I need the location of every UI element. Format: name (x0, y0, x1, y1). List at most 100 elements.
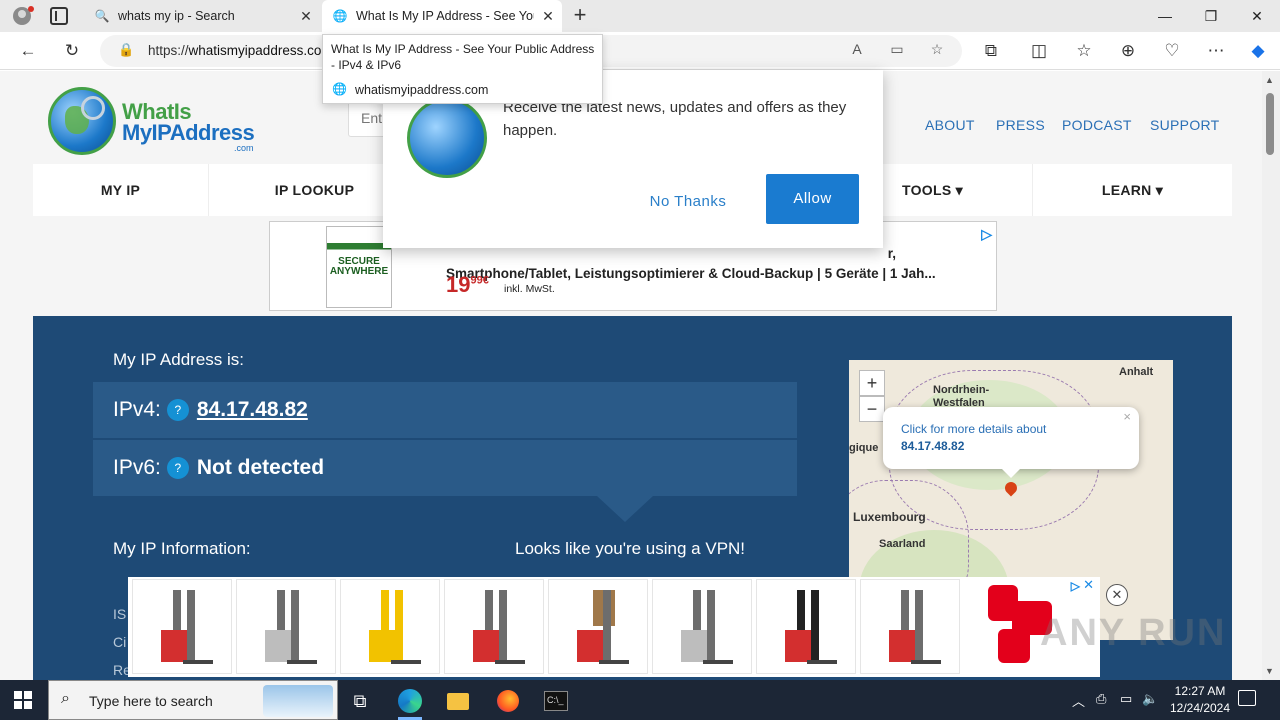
panel-pointer (597, 496, 653, 522)
ad-description: r, Smartphone/Tablet, Leistungsoptimiere… (446, 246, 936, 281)
url-text: https://whatismyipaddress.co (148, 43, 322, 58)
search-highlight-image (263, 685, 333, 717)
page-scrollbar[interactable]: ▲ ▼ (1262, 71, 1280, 680)
globe-logo-icon (48, 87, 116, 155)
network-icon[interactable]: ▭ (1120, 691, 1132, 707)
map-popup[interactable]: × Click for more details about 84.17.48.… (883, 407, 1139, 478)
tab-title: whats my ip - Search (118, 9, 235, 23)
help-icon[interactable]: ? (166, 457, 189, 479)
windows-taskbar: ⌕ Type here to search ⧉ C:\_ ︿ ⎙ ▭ 🔈 12:… (0, 680, 1280, 720)
close-tab-icon[interactable]: ✕ (292, 8, 320, 25)
read-aloud-icon[interactable]: A (846, 41, 868, 57)
topnav-podcast[interactable]: PODCAST (1062, 117, 1132, 133)
ipv4-row: IPv4: ? 84.17.48.82 (93, 382, 797, 438)
globe-icon: 🌐 (332, 82, 347, 96)
split-screen-icon[interactable]: ◫ (1025, 38, 1053, 64)
nav-my-ip[interactable]: MY IP (33, 164, 209, 216)
lock-icon: 🔒 (118, 42, 135, 57)
no-thanks-button[interactable]: No Thanks (633, 182, 743, 222)
scroll-down-icon[interactable]: ▼ (1265, 666, 1274, 676)
browser-essentials-icon[interactable]: ♡ (1158, 38, 1186, 64)
new-tab-button[interactable]: + (568, 4, 592, 28)
taskbar-search[interactable]: ⌕ Type here to search (48, 680, 338, 720)
tab-search[interactable]: 🔍 whats my ip - Search ✕ (84, 0, 320, 32)
close-icon[interactable]: × (1123, 409, 1131, 424)
adchoices-icon[interactable]: ▷ (981, 226, 992, 243)
ad-product-card[interactable] (444, 579, 544, 674)
topnav-support[interactable]: SUPPORT (1150, 117, 1220, 133)
search-icon: 🔍 (94, 9, 110, 23)
topnav-about[interactable]: ABOUT (925, 117, 975, 133)
ad-price: 1999€ (446, 272, 489, 297)
search-icon: ⌕ (61, 690, 70, 707)
edge-taskbar-icon[interactable] (390, 686, 430, 720)
site-logo[interactable]: WhatIs MyIPAddress .com (48, 87, 258, 159)
ad-product-card[interactable] (860, 579, 960, 674)
ad-tax-note: inkl. MwSt. (504, 283, 555, 295)
tray-device-icon[interactable]: ⎙ (1096, 691, 1106, 707)
map-label: Anhalt (1119, 366, 1154, 378)
ad-product-card[interactable] (340, 579, 440, 674)
tab-whatismyip[interactable]: 🌐 What Is My IP Address - See Your ✕ (322, 0, 562, 32)
terminal-icon[interactable]: C:\_ (536, 686, 576, 716)
nav-learn[interactable]: LEARN ▾ (1033, 164, 1232, 216)
ad-product-card[interactable] (548, 579, 648, 674)
tab-hover-card: What Is My IP Address - See Your Public … (322, 34, 603, 104)
volume-icon[interactable]: 🔈 (1142, 691, 1158, 707)
notification-center-icon[interactable] (1238, 690, 1256, 706)
browser-tab-bar: 🔍 whats my ip - Search ✕ 🌐 What Is My IP… (0, 0, 1280, 32)
help-icon[interactable]: ? (166, 399, 189, 421)
immersive-reader-icon[interactable]: ▭ (886, 41, 908, 58)
tooltip-domain: whatismyipaddress.com (355, 83, 489, 97)
map-label: Saarland (879, 538, 926, 550)
adchoices-icon[interactable]: ▷ (1071, 579, 1080, 593)
firefox-icon[interactable] (488, 686, 528, 716)
ip-info-heading: My IP Information: (113, 539, 251, 558)
ad-product-card[interactable] (132, 579, 232, 674)
ad-product-card[interactable] (756, 579, 856, 674)
task-view-icon[interactable]: ⧉ (340, 686, 380, 716)
scroll-up-icon[interactable]: ▲ (1265, 75, 1274, 85)
system-clock[interactable]: 12:27 AM 12/24/2024 (1160, 683, 1240, 717)
watermark: ANY RUN (1040, 612, 1227, 654)
ad-product-card[interactable] (652, 579, 752, 674)
browser-toolbar: ← ↻ 🔒 https://whatismyipaddress.co A ▭ ☆… (0, 32, 1280, 70)
globe-icon: 🌐 (332, 9, 348, 23)
globe-logo-icon (407, 98, 487, 178)
close-tab-icon[interactable]: ✕ (534, 8, 562, 25)
favorite-star-icon[interactable]: ☆ (926, 41, 948, 58)
ad-product-card[interactable] (236, 579, 336, 674)
file-explorer-icon[interactable] (438, 686, 478, 716)
profile-avatar-icon[interactable] (8, 4, 36, 28)
ipv6-row: IPv6: ? Not detected (93, 440, 797, 496)
close-ad-icon[interactable]: ✕ (1106, 584, 1128, 606)
close-window-icon[interactable]: ✕ (1234, 0, 1280, 32)
windows-start-icon[interactable] (14, 691, 32, 709)
refresh-icon[interactable]: ↻ (58, 38, 86, 64)
tab-title: What Is My IP Address - See Your (356, 9, 534, 23)
restore-icon[interactable]: ❐ (1188, 0, 1234, 32)
ipv6-value: Not detected (196, 456, 325, 479)
zoom-in-button[interactable]: + (859, 370, 885, 396)
back-arrow-icon[interactable]: ← (14, 38, 42, 64)
collections-icon[interactable]: ⊕ (1114, 38, 1142, 64)
minimize-icon[interactable]: — (1142, 0, 1188, 32)
ad-close-icon[interactable]: ✕ (1083, 577, 1094, 593)
tooltip-title: What Is My IP Address - See Your Public … (331, 42, 595, 72)
ipv4-address-link[interactable]: 84.17.48.82 (197, 398, 308, 422)
map-label: gique (849, 442, 879, 454)
extensions-icon[interactable]: ⧉ (977, 38, 1005, 64)
info-label-city: Ci (113, 634, 127, 650)
topnav-press[interactable]: PRESS (996, 117, 1045, 133)
tab-actions-icon[interactable] (50, 7, 68, 25)
copilot-icon[interactable]: ◆ (1244, 38, 1272, 64)
ip-heading: My IP Address is: (113, 350, 245, 369)
vpn-message: Looks like you're using a VPN! (515, 539, 746, 558)
allow-button[interactable]: Allow (766, 174, 859, 224)
zoom-out-button[interactable]: − (859, 396, 885, 422)
tray-chevron-icon[interactable]: ︿ (1072, 691, 1085, 710)
favorites-icon[interactable]: ☆ (1070, 38, 1098, 64)
more-menu-icon[interactable]: ⋯ (1202, 38, 1230, 64)
bottom-banner-ad[interactable]: ▷ ✕ (128, 577, 1100, 677)
scroll-thumb[interactable] (1266, 93, 1274, 155)
